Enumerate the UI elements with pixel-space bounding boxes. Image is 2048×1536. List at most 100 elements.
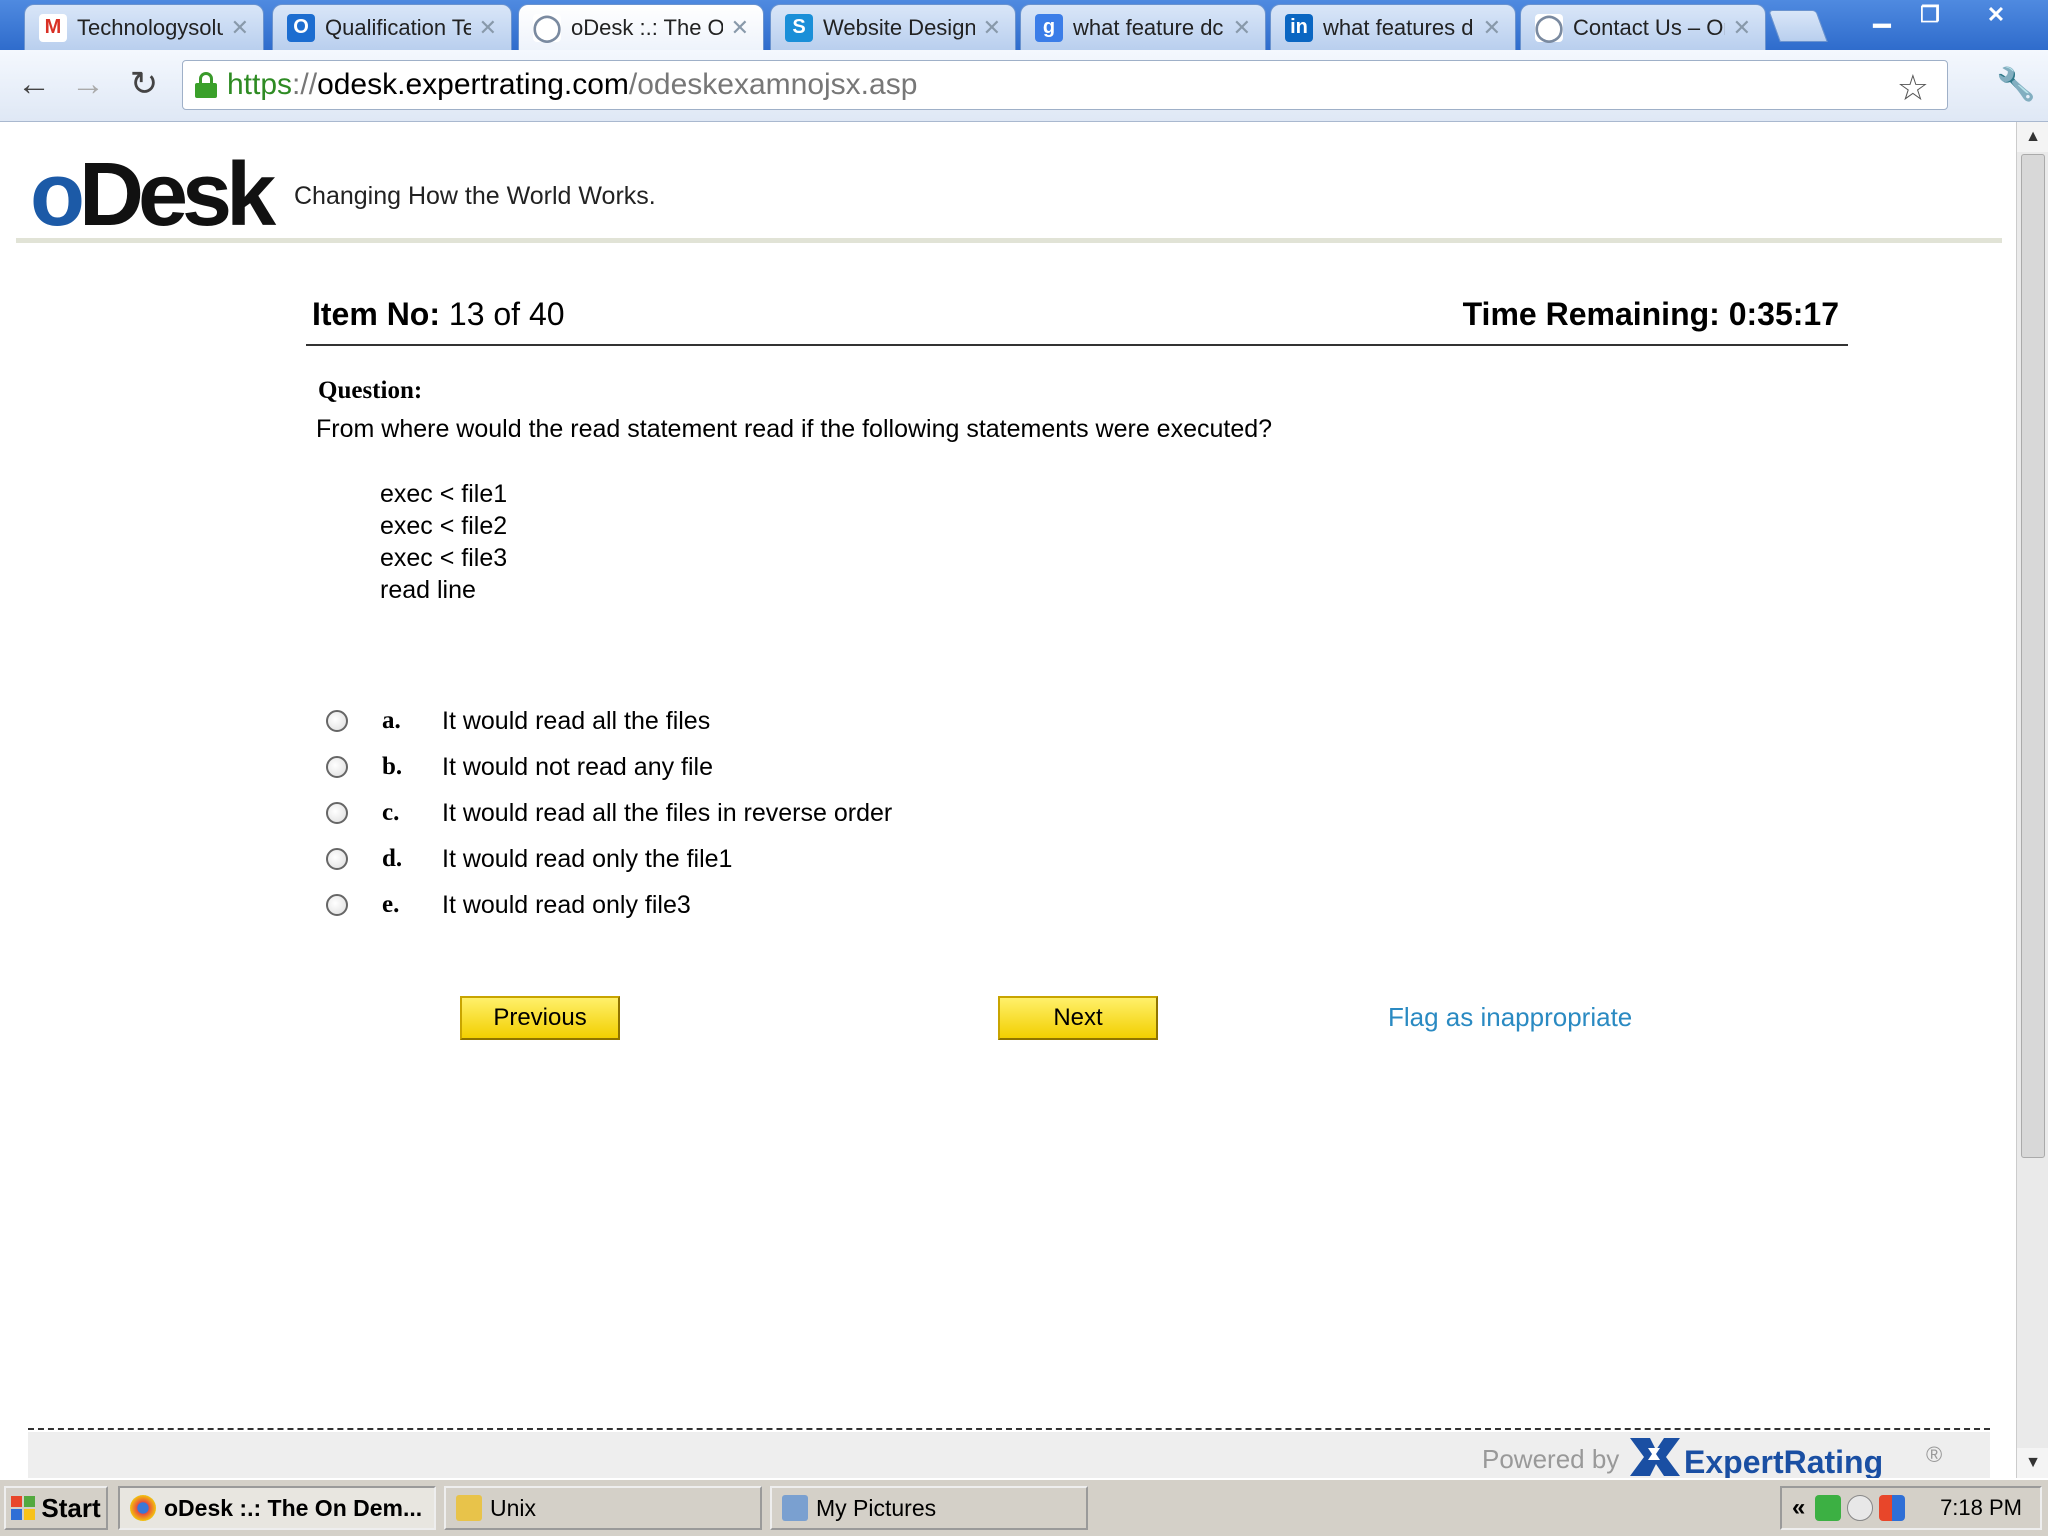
previous-button[interactable]: Previous: [460, 996, 620, 1040]
close-icon[interactable]: ✕: [1483, 15, 1501, 41]
option-d[interactable]: d. It would read only the file1: [326, 836, 732, 882]
option-letter: e.: [382, 891, 400, 918]
code-line: exec < file1: [380, 480, 508, 508]
skype-icon: S: [785, 13, 813, 42]
option-letter: c.: [382, 799, 400, 826]
powered-by-label: Powered by: [1482, 1444, 1620, 1474]
question-text: From where would the read statement read…: [316, 415, 1273, 443]
code-line: read line: [380, 576, 476, 604]
option-letter: a.: [382, 707, 401, 734]
close-icon[interactable]: ✕: [731, 15, 749, 41]
scroll-down-arrow-icon[interactable]: ▼: [2017, 1448, 2048, 1478]
option-letter: b.: [382, 753, 403, 780]
taskbar-item-unix[interactable]: Unix: [444, 1486, 762, 1530]
option-text: It would not read any file: [442, 752, 713, 781]
browser-toolbar: ← → ↻ https://odesk.expertrating.com/ode…: [0, 50, 2048, 122]
folder-icon: [456, 1495, 482, 1521]
code-line: exec < file3: [380, 544, 508, 572]
tab-website-design[interactable]: S Website Design, ✕: [770, 4, 1016, 50]
task-label: Unix: [490, 1494, 537, 1521]
google-icon: g: [1035, 13, 1063, 42]
option-text: It would read only file3: [442, 890, 691, 919]
tab-what-feature[interactable]: g what feature dc ✕: [1020, 4, 1266, 50]
next-button[interactable]: Next: [998, 996, 1158, 1040]
tab-title: Qualification Te: [325, 14, 471, 40]
page-content: oDesk Changing How the World Works. Item…: [0, 122, 2016, 1478]
option-a[interactable]: a. It would read all the files: [326, 698, 710, 744]
option-d-radio[interactable]: [326, 848, 348, 870]
url-text: https://odesk.expertrating.com/odeskexam…: [227, 68, 918, 101]
reload-icon[interactable]: ↻: [122, 62, 166, 106]
close-icon[interactable]: ✕: [983, 15, 1001, 41]
gmail-icon: M: [39, 13, 67, 42]
tab-title: Website Design,: [823, 14, 975, 40]
start-button[interactable]: Start: [4, 1486, 108, 1530]
folder-pictures-icon: [782, 1495, 808, 1521]
windows-taskbar: Start oDesk :.: The On Dem... Unix My Pi…: [0, 1478, 2048, 1536]
scroll-up-arrow-icon[interactable]: ▲: [2017, 122, 2048, 152]
option-a-radio[interactable]: [326, 710, 348, 732]
screen: M Technologysolut ✕ O Qualification Te ✕…: [0, 0, 2048, 1536]
wrench-icon[interactable]: 🔧: [1994, 62, 2038, 106]
task-label: oDesk :.: The On Dem...: [164, 1494, 423, 1521]
tab-title: oDesk :.: The O: [571, 14, 723, 40]
security-shield-icon[interactable]: [1815, 1495, 1842, 1521]
scrollbar-thumb[interactable]: [2021, 154, 2045, 1158]
flag-inappropriate-link[interactable]: Flag as inappropriate: [1388, 1002, 1632, 1033]
option-c-radio[interactable]: [326, 802, 348, 824]
linkedin-icon: in: [1285, 13, 1313, 42]
minimize-icon[interactable]: ▁: [1858, 0, 1906, 30]
taskbar-item-my-pictures[interactable]: My Pictures: [770, 1486, 1088, 1530]
tab-title: Contact Us – Or: [1573, 14, 1725, 40]
browser-tab-strip: M Technologysolut ✕ O Qualification Te ✕…: [0, 0, 2048, 50]
option-b[interactable]: b. It would not read any file: [326, 744, 713, 790]
lock-icon: [195, 72, 217, 98]
close-icon[interactable]: ✕: [231, 15, 249, 41]
tab-qualification[interactable]: O Qualification Te ✕: [272, 4, 512, 50]
close-icon[interactable]: ✕: [479, 15, 497, 41]
time-remaining: Time Remaining: 0:35:17: [1462, 296, 1839, 332]
globe-icon: ◯: [532, 12, 562, 42]
option-c[interactable]: c. It would read all the files in revers…: [326, 790, 892, 836]
tab-odesk-active[interactable]: ◯ oDesk :.: The O ✕: [518, 4, 764, 50]
tagline: Changing How the World Works.: [294, 182, 656, 210]
back-arrow-icon[interactable]: ←: [12, 62, 56, 106]
option-letter: d.: [382, 845, 403, 872]
windows-logo-icon: [11, 1496, 36, 1520]
tab-technologysolut[interactable]: M Technologysolut ✕: [24, 4, 264, 50]
registered-mark: ®: [1926, 1442, 1943, 1467]
vertical-scrollbar[interactable]: ▲ ▼: [2016, 122, 2048, 1478]
option-b-radio[interactable]: [326, 756, 348, 778]
globe-icon: ◯: [1534, 12, 1564, 42]
question-code: exec < file1 exec < file2 exec < file3 r…: [380, 478, 507, 606]
close-window-icon[interactable]: ✕: [1972, 0, 2020, 30]
taskbar-item-odesk[interactable]: oDesk :.: The On Dem...: [118, 1486, 436, 1530]
chrome-icon: [130, 1495, 156, 1521]
start-label: Start: [41, 1492, 101, 1523]
expertrating-name[interactable]: ExpertRating: [1684, 1444, 1883, 1478]
tab-what-features[interactable]: in what features d ✕: [1270, 4, 1516, 50]
new-tab-button[interactable]: [1768, 10, 1828, 42]
restore-icon[interactable]: ❐: [1906, 0, 1954, 30]
address-bar[interactable]: https://odesk.expertrating.com/odeskexam…: [182, 60, 1948, 110]
item-number: Item No: 13 of 40: [312, 296, 565, 332]
tab-title: what feature dc: [1073, 14, 1224, 40]
expertrating-logo-icon: [1630, 1438, 1680, 1476]
code-line: exec < file2: [380, 512, 508, 540]
answer-options: a. It would read all the files b. It wou…: [326, 698, 892, 928]
close-icon[interactable]: ✕: [1733, 15, 1751, 41]
option-e[interactable]: e. It would read only file3: [326, 882, 691, 928]
clock: 7:18 PM: [1940, 1495, 2022, 1520]
option-e-radio[interactable]: [326, 894, 348, 916]
task-label: My Pictures: [816, 1494, 937, 1521]
chat-bubble-icon[interactable]: [1847, 1495, 1874, 1521]
odesk-logo[interactable]: oDesk: [30, 150, 276, 240]
forward-arrow-icon[interactable]: →: [66, 62, 110, 106]
bookmark-star-icon[interactable]: ☆: [1897, 67, 1929, 109]
option-text: It would read only the file1: [442, 844, 733, 873]
option-text: It would read all the files: [442, 706, 711, 735]
tray-expand-chevron-icon[interactable]: «: [1792, 1494, 1805, 1522]
tab-contact-us[interactable]: ◯ Contact Us – Or ✕: [1520, 4, 1766, 50]
close-icon[interactable]: ✕: [1233, 15, 1251, 41]
windows-update-icon[interactable]: [1879, 1495, 1906, 1521]
